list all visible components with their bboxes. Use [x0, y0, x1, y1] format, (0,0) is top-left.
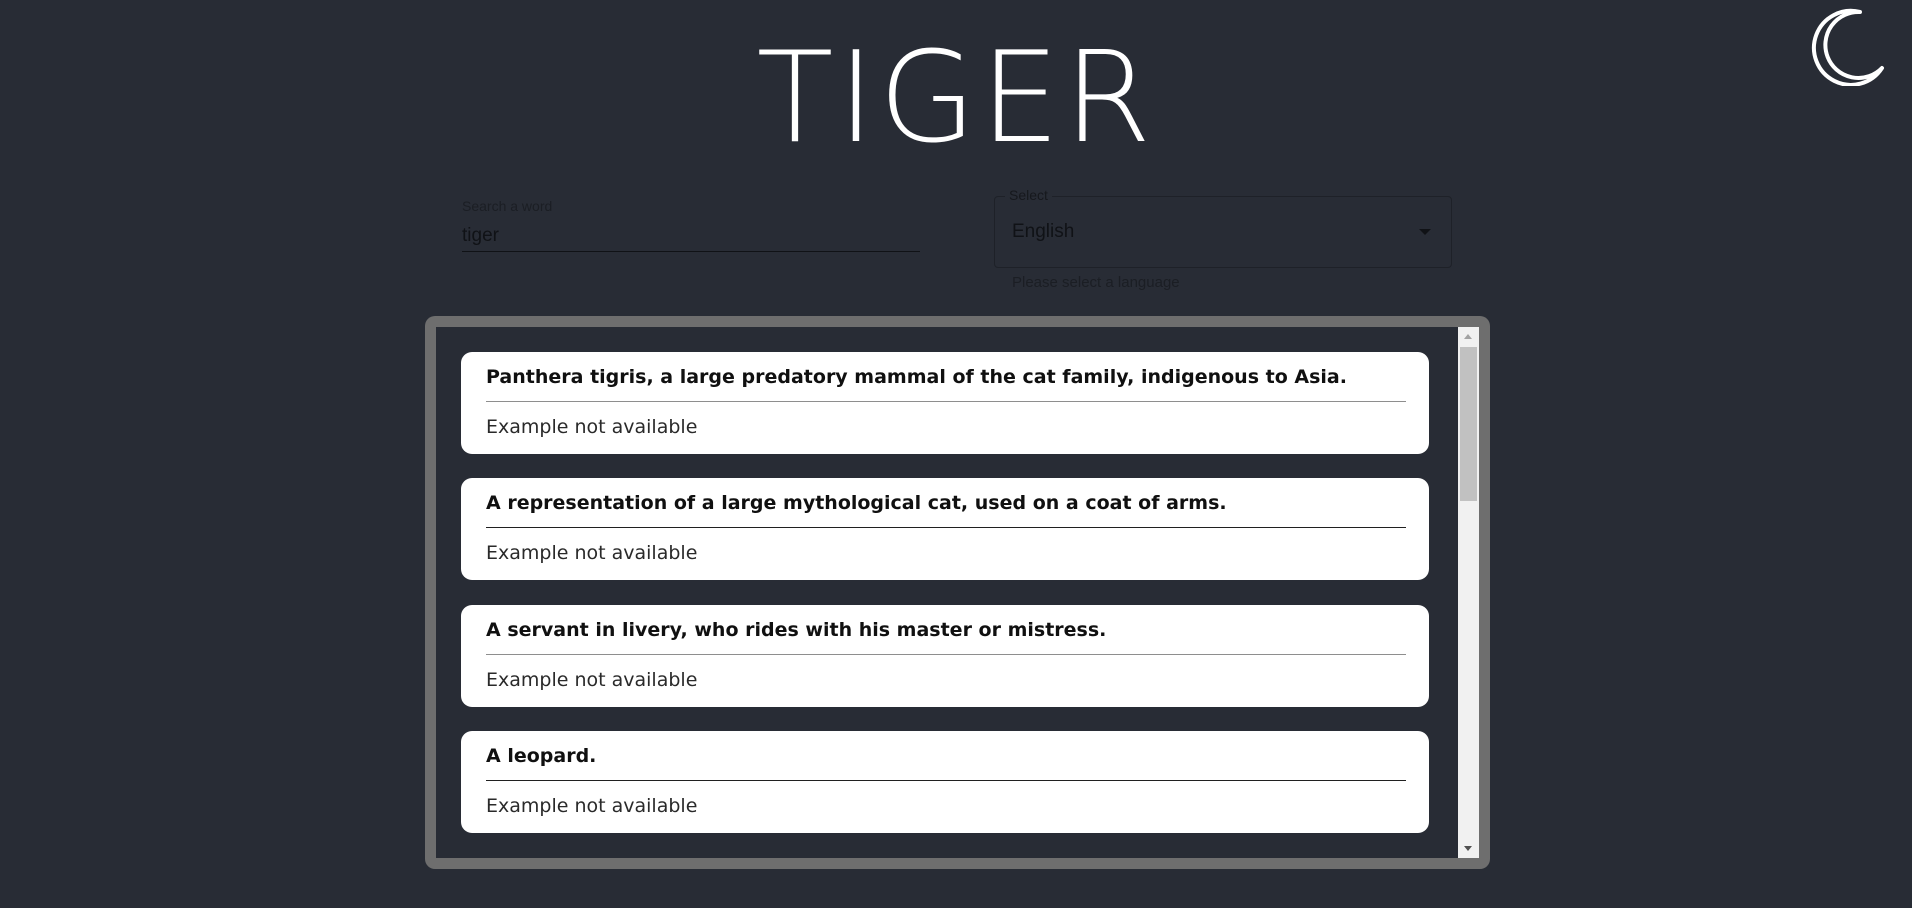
page-title: TIGER: [756, 24, 1156, 171]
moon-icon: [1811, 8, 1884, 87]
definition-card: A representation of a large mythological…: [461, 478, 1429, 580]
search-label: Search a word: [462, 198, 553, 214]
scroll-up-arrow-icon[interactable]: [1464, 334, 1472, 339]
definition-text: A leopard.: [486, 731, 1406, 781]
theme-toggle-button[interactable]: [1806, 6, 1886, 87]
example-text: Example not available: [486, 669, 698, 691]
definition-text: A servant in livery, who rides with his …: [486, 605, 1406, 655]
dropdown-arrow-icon: [1419, 229, 1431, 235]
results-panel: Panthera tigris, a large predatory mamma…: [425, 316, 1490, 869]
language-select[interactable]: Select English: [994, 187, 1452, 268]
definition-text: A representation of a large mythological…: [486, 478, 1406, 528]
definition-card: Panthera tigris, a large predatory mamma…: [461, 352, 1429, 454]
select-value: English: [1012, 221, 1075, 242]
scroll-thumb[interactable]: [1460, 347, 1477, 501]
example-text: Example not available: [486, 795, 698, 817]
search-field: Search a word: [462, 196, 920, 258]
example-text: Example not available: [486, 542, 698, 564]
definition-text: Panthera tigris, a large predatory mamma…: [486, 352, 1406, 402]
select-helper-text: Please select a language: [1012, 274, 1180, 291]
results-scrollbar[interactable]: [1458, 327, 1479, 858]
search-input[interactable]: [462, 220, 920, 252]
definition-card: A servant in livery, who rides with his …: [461, 605, 1429, 707]
definition-card: A leopard. Example not available: [461, 731, 1429, 833]
example-text: Example not available: [486, 416, 698, 438]
select-label: Select: [1005, 187, 1052, 203]
scroll-down-arrow-icon[interactable]: [1464, 846, 1472, 851]
results-list[interactable]: Panthera tigris, a large predatory mamma…: [436, 327, 1479, 858]
